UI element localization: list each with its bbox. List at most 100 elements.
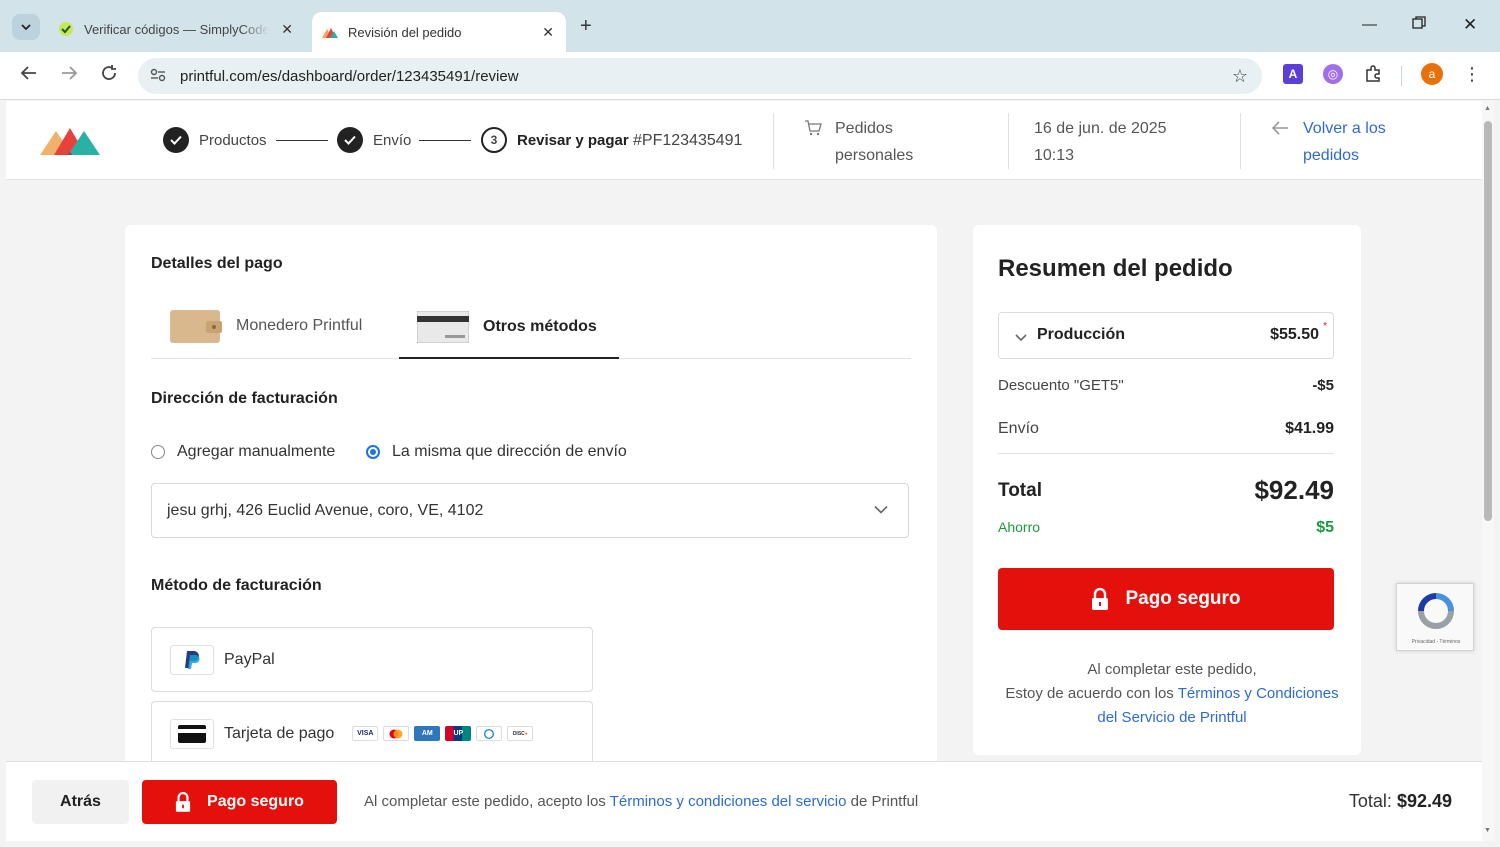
diners-club-icon	[476, 726, 503, 741]
browser-menu-icon[interactable]: ⋮	[1462, 64, 1482, 84]
discount-row: Descuento "GET5" -$5	[998, 377, 1334, 394]
printful-favicon-icon	[322, 24, 338, 40]
payment-method-card[interactable]: Tarjeta de pago VISA AM UP DISC ●	[151, 701, 593, 766]
order-summary-card: Resumen del pedido Producción $55.50 * D…	[973, 225, 1361, 755]
order-date: 16 de jun. de 2025 10:13	[1034, 120, 1167, 164]
simplycodes-favicon-icon	[58, 21, 74, 37]
step-envio[interactable]: Envío	[337, 127, 411, 153]
order-type: Pedidos personales	[835, 120, 914, 164]
secure-pay-button[interactable]: Pago seguro	[998, 568, 1334, 630]
tab-order-review[interactable]: Revisión del pedido ✕	[312, 12, 566, 52]
card-icon	[416, 310, 470, 344]
bottom-total-value: $92.49	[1396, 791, 1452, 811]
step-connector	[276, 140, 328, 141]
tab-printful-wallet[interactable]: Monedero Printful	[170, 308, 362, 344]
amex-icon: AM	[414, 726, 441, 741]
bottom-action-bar: Atrás Pago seguro Al completar este pedi…	[6, 761, 1482, 841]
billing-address-heading: Dirección de facturación	[151, 390, 338, 407]
recaptcha-links[interactable]: Privacidad - Términos	[1399, 639, 1473, 645]
back-arrow-icon[interactable]	[20, 64, 38, 87]
scroll-thumb[interactable]	[1484, 121, 1492, 521]
checkout-header: Productos Envío 3 Revisar y pagar #PF123…	[6, 101, 1482, 180]
secure-pay-button-bottom[interactable]: Pago seguro	[142, 780, 337, 824]
divider	[1008, 113, 1009, 169]
scroll-up-icon[interactable]: ▲	[1484, 105, 1491, 112]
production-value: $55.50	[1270, 326, 1319, 343]
site-settings-icon[interactable]	[150, 68, 168, 85]
extensions-puzzle-icon[interactable]	[1363, 64, 1383, 84]
step-number: 3	[481, 127, 507, 153]
unionpay-icon: UP	[445, 726, 472, 741]
asterisk: *	[1323, 321, 1327, 332]
radio-same-as-shipping[interactable]: La misma que dirección de envío	[366, 443, 627, 461]
tab-search-chevron-icon[interactable]	[12, 14, 40, 40]
extension-a-icon[interactable]: A	[1283, 64, 1303, 84]
method-label: Tarjeta de pago	[224, 724, 335, 742]
toolbar-divider	[1401, 66, 1402, 86]
billing-method-heading: Método de facturación	[151, 577, 322, 594]
step-label: Envío	[373, 131, 412, 149]
total-value: $92.49	[1254, 475, 1334, 505]
radio-add-manually[interactable]: Agregar manualmente	[151, 443, 335, 461]
radio-button[interactable]	[151, 445, 165, 459]
radio-button-selected[interactable]	[366, 445, 380, 459]
bookmark-star-icon[interactable]: ☆	[1232, 66, 1248, 87]
lock-icon	[175, 792, 191, 812]
payment-details-heading: Detalles del pago	[151, 255, 283, 272]
chevron-down-icon	[874, 501, 888, 519]
wallet-icon	[170, 308, 222, 344]
tab-label: Otros métodos	[483, 318, 597, 335]
step-connector	[419, 140, 471, 141]
step-productos[interactable]: Productos	[163, 127, 267, 153]
extension-coupon-icon[interactable]: ◎	[1323, 64, 1343, 84]
shipping-value: $41.99	[1285, 420, 1334, 437]
profile-avatar[interactable]: a	[1421, 63, 1443, 85]
button-label: Pago seguro	[207, 793, 304, 810]
divider	[773, 113, 774, 169]
shipping-label: Envío	[998, 420, 1039, 437]
order-summary-title: Resumen del pedido	[998, 255, 1233, 282]
forward-arrow-icon[interactable]	[60, 64, 78, 87]
tab-title: Verificar códigos — SimplyCodes	[84, 21, 269, 37]
discover-icon: DISC ●	[507, 726, 534, 741]
restore-icon[interactable]	[1412, 16, 1426, 34]
back-button[interactable]: Atrás	[32, 780, 129, 824]
recaptcha-badge[interactable]: Privacidad - Términos	[1396, 583, 1474, 651]
tab-close-icon[interactable]: ✕	[281, 21, 293, 38]
terms-text: Al completar este pedido, Estoy de acuer…	[1005, 661, 1339, 726]
production-accordion[interactable]: Producción $55.50 *	[998, 312, 1334, 359]
terms-link[interactable]: Términos y condiciones del servicio	[610, 793, 847, 810]
back-to-orders-link[interactable]: Volver a los pedidos	[1303, 115, 1386, 169]
page-scrollbar[interactable]: ▲ ▼	[1482, 101, 1494, 841]
url-text: printful.com/es/dashboard/order/12343549…	[180, 67, 519, 85]
tab-other-methods[interactable]: Otros métodos	[416, 310, 597, 344]
divider	[1240, 113, 1241, 169]
discount-label: Descuento "GET5"	[998, 377, 1124, 394]
printful-logo[interactable]	[40, 125, 102, 160]
mastercard-icon	[383, 726, 410, 741]
billing-address-select[interactable]: jesu grhj, 426 Euclid Avenue, coro, VE, …	[151, 483, 909, 538]
omnibox[interactable]: printful.com/es/dashboard/order/12343549…	[138, 58, 1262, 94]
recaptcha-icon	[1415, 592, 1457, 635]
payment-details-card: Detalles del pago Monedero Printful Otro…	[125, 225, 937, 841]
selected-address: jesu grhj, 426 Euclid Avenue, coro, VE, …	[167, 501, 484, 519]
tab-simplycodes[interactable]: Verificar códigos — SimplyCodes ✕	[50, 12, 305, 46]
check-icon	[163, 127, 189, 153]
shipping-row: Envío $41.99	[998, 420, 1334, 438]
visa-icon: VISA	[352, 726, 379, 741]
active-tab-indicator	[399, 357, 619, 359]
radio-label: Agregar manualmente	[177, 443, 336, 460]
reload-icon[interactable]	[100, 64, 118, 87]
tab-close-icon[interactable]: ✕	[542, 24, 554, 41]
arrow-left-icon[interactable]	[1271, 120, 1289, 141]
scroll-down-icon[interactable]: ▼	[1484, 827, 1491, 834]
page-content: Productos Envío 3 Revisar y pagar #PF123…	[6, 101, 1482, 841]
bottom-total: Total: $92.49	[1348, 791, 1452, 811]
savings-value: $5	[1316, 519, 1334, 536]
production-label: Producción	[1037, 326, 1126, 343]
payment-method-paypal[interactable]: PayPal	[151, 627, 593, 692]
new-tab-icon[interactable]: +	[580, 15, 592, 38]
step-revisar-y-pagar: 3 Revisar y pagar	[481, 127, 629, 153]
close-window-icon[interactable]: ✕	[1463, 15, 1477, 35]
minimize-icon[interactable]: —	[1362, 16, 1377, 33]
